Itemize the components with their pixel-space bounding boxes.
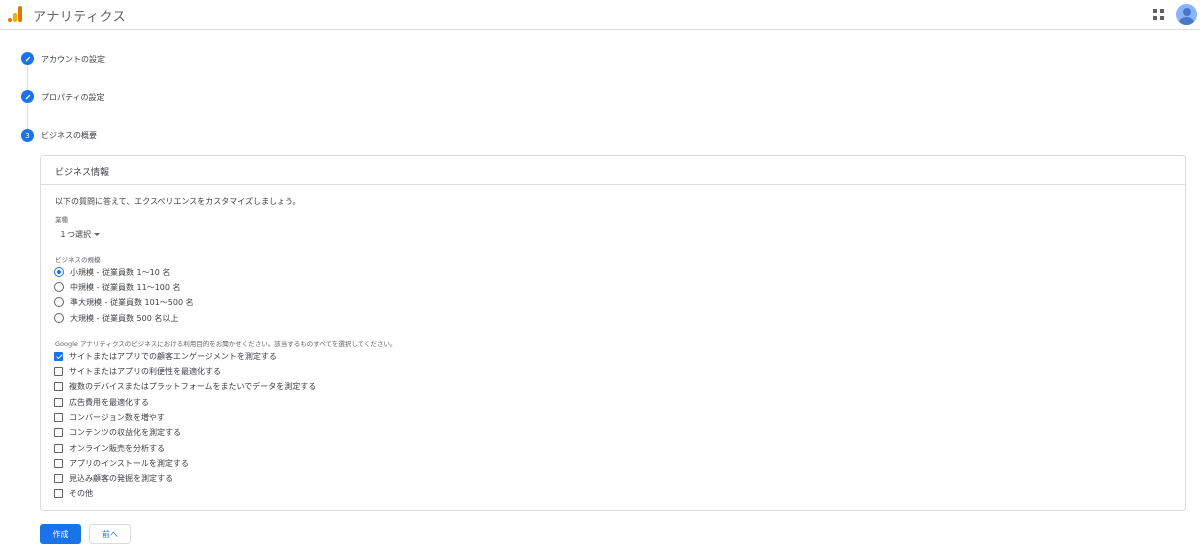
step-3-label: ビジネスの概要	[41, 131, 97, 140]
checkbox-label: オンライン販売を分析する	[69, 443, 165, 453]
checkbox[interactable]	[54, 427, 63, 437]
analytics-logo-icon[interactable]	[8, 6, 22, 22]
dropdown-caret-icon	[94, 233, 100, 236]
checkbox[interactable]	[54, 397, 63, 407]
step-2-label[interactable]: プロパティの設定	[41, 92, 105, 103]
usage-option-app-installs[interactable]: アプリのインストールを測定する	[54, 457, 189, 469]
checkbox-label: サイトまたはアプリでの顧客エンゲージメントを測定する	[69, 351, 277, 361]
stepper-connector	[27, 104, 28, 129]
checkbox-label: 広告費用を最適化する	[69, 397, 149, 407]
app-title: アナリティクス	[33, 10, 127, 25]
usage-question-label: Google アナリティクスのビジネスにおける利用目的をお聞かせください。該当す…	[55, 340, 397, 348]
checkbox[interactable]	[54, 458, 63, 468]
radio-button[interactable]	[54, 267, 64, 277]
usage-option-online-sales[interactable]: オンライン販売を分析する	[54, 442, 165, 454]
account-avatar-icon[interactable]	[1176, 4, 1197, 25]
size-option-semi-large[interactable]: 準大規模 - 従業員数 101〜500 名	[54, 296, 194, 308]
industry-dropdown[interactable]: １つ選択	[59, 229, 100, 240]
card-title: ビジネス情報	[41, 156, 1185, 185]
checkbox-label: アプリのインストールを測定する	[69, 458, 189, 468]
radio-button[interactable]	[54, 313, 64, 323]
business-size-label: ビジネスの規模	[55, 256, 101, 264]
size-option-large[interactable]: 大規模 - 従業員数 500 名以上	[54, 312, 178, 324]
radio-label: 大規模 - 従業員数 500 名以上	[70, 313, 179, 323]
checkbox[interactable]	[54, 473, 63, 483]
usage-option-lead-generation[interactable]: 見込み顧客の発掘を測定する	[54, 472, 173, 484]
radio-label: 中規模 - 従業員数 11〜100 名	[70, 282, 181, 292]
industry-selected-value: １つ選択	[59, 230, 91, 239]
checkbox[interactable]	[54, 488, 63, 498]
top-app-bar: アナリティクス	[0, 0, 1200, 30]
usage-option-cross-device[interactable]: 複数のデバイスまたはプラットフォームをまたいでデータを測定する	[54, 380, 316, 392]
apps-grid-icon[interactable]	[1153, 9, 1165, 21]
checkbox-label: コンバージョン数を増やす	[69, 412, 165, 422]
checkbox[interactable]	[54, 381, 63, 391]
step-1-label[interactable]: アカウントの設定	[41, 54, 105, 65]
back-button[interactable]: 前へ	[89, 524, 131, 544]
checkbox[interactable]	[54, 412, 63, 422]
usage-option-engagement[interactable]: サイトまたはアプリでの顧客エンゲージメントを測定する	[54, 350, 277, 362]
size-option-medium[interactable]: 中規模 - 従業員数 11〜100 名	[54, 281, 181, 293]
usage-option-usability[interactable]: サイトまたはアプリの利便性を最適化する	[54, 365, 221, 377]
checkbox[interactable]	[54, 443, 63, 453]
radio-label: 小規模 - 従業員数 1〜10 名	[70, 267, 171, 277]
radio-label: 準大規模 - 従業員数 101〜500 名	[70, 297, 194, 307]
create-button[interactable]: 作成	[40, 524, 81, 544]
business-info-card: ビジネス情報 以下の質問に答えて、エクスペリエンスをカスタマイズしましょう。 業…	[40, 155, 1186, 511]
intro-text: 以下の質問に答えて、エクスペリエンスをカスタマイズしましょう。	[55, 197, 301, 206]
usage-option-ad-spend[interactable]: 広告費用を最適化する	[54, 396, 149, 408]
industry-label: 業種	[55, 216, 68, 224]
usage-option-other[interactable]: その他	[54, 487, 93, 499]
size-option-small[interactable]: 小規模 - 従業員数 1〜10 名	[54, 266, 170, 278]
step-3-number: 3	[21, 129, 34, 142]
stepper-connector	[27, 64, 28, 90]
checkbox[interactable]	[54, 351, 63, 361]
radio-button[interactable]	[54, 282, 64, 292]
usage-option-conversions[interactable]: コンバージョン数を増やす	[54, 411, 165, 423]
checkbox-label: 複数のデバイスまたはプラットフォームをまたいでデータを測定する	[69, 381, 317, 391]
usage-option-monetization[interactable]: コンテンツの収益化を測定する	[54, 426, 181, 438]
radio-button[interactable]	[54, 297, 64, 307]
step-1-pencil-icon	[21, 52, 34, 65]
checkbox-label: サイトまたはアプリの利便性を最適化する	[69, 366, 221, 376]
checkbox-label: その他	[69, 488, 93, 498]
checkbox[interactable]	[54, 366, 63, 376]
checkbox-label: 見込み顧客の発掘を測定する	[69, 473, 173, 483]
checkbox-label: コンテンツの収益化を測定する	[69, 427, 181, 437]
step-2-pencil-icon	[21, 90, 34, 103]
